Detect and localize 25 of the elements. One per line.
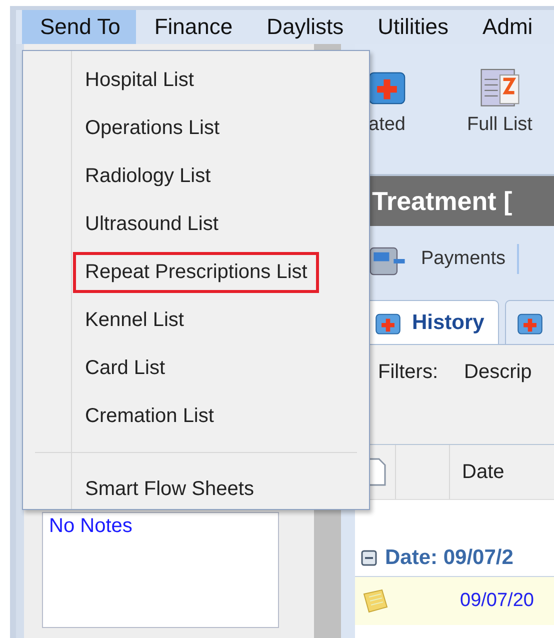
menu-option[interactable]: Repeat Prescriptions List (73, 252, 320, 292)
note-icon (361, 588, 389, 614)
filters-label: Filters: (378, 361, 438, 384)
table-row[interactable]: 09/07/20 (355, 577, 554, 625)
menu-option[interactable]: Radiology List (73, 156, 223, 196)
notes-text: No Notes (49, 515, 132, 537)
group-label: Date: 09/07/2 (385, 546, 514, 570)
menu-option[interactable]: Smart Flow Sheets (73, 468, 266, 510)
menu-option[interactable]: Ultrasound List (73, 204, 230, 244)
menu-option[interactable]: Hospital List (73, 60, 206, 100)
menu-option[interactable]: Cremation List (73, 396, 226, 436)
menu-item[interactable]: Utilities (360, 10, 465, 44)
menu-item[interactable]: Admi (464, 10, 549, 44)
date-link[interactable]: 09/07/20 (460, 590, 534, 612)
full-list-button[interactable]: Full List (467, 64, 532, 136)
menu-option[interactable]: Card List (73, 348, 178, 388)
menu-item[interactable]: Finance (136, 10, 249, 44)
menu-item[interactable]: Send To (22, 10, 136, 44)
filter-column-label: Descrip (464, 361, 532, 384)
title-text: Treatment [ (372, 186, 512, 216)
menu-item[interactable]: Daylists (248, 10, 360, 44)
tab[interactable] (505, 300, 554, 344)
menu-option[interactable]: Operations List (73, 108, 232, 148)
menu-option[interactable]: Kennel List (73, 300, 196, 340)
collapse-icon (361, 550, 377, 566)
